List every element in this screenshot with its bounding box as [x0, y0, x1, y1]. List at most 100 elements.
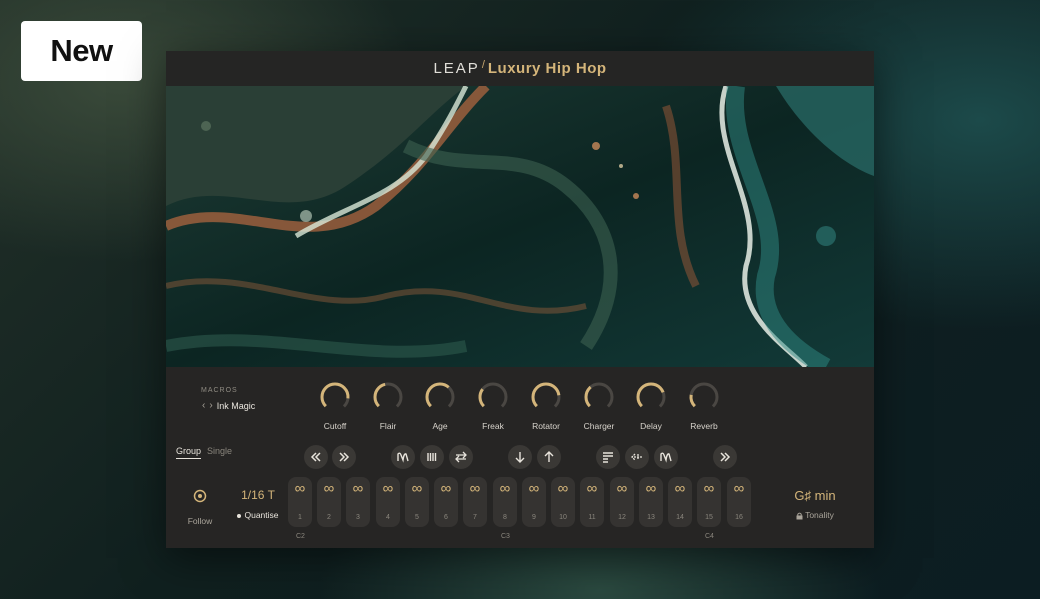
chevron-left-icon[interactable]: ‹ [202, 400, 205, 411]
pad[interactable]: ∞ 15 [697, 477, 721, 527]
envelope-button[interactable] [391, 445, 415, 469]
quantise-label: Quantise [244, 510, 279, 520]
pad[interactable]: ∞ 3 [346, 477, 370, 527]
rate-value[interactable]: 1/16 T [228, 488, 288, 502]
brand-name: LEAP [433, 60, 480, 77]
infinity-icon: ∞ [499, 480, 511, 497]
fast-forward-button-2[interactable] [713, 445, 737, 469]
infinity-icon: ∞ [616, 480, 628, 497]
preset-selector[interactable]: ‹ › Ink Magic [202, 400, 255, 411]
pad[interactable]: ∞ 12 [610, 477, 634, 527]
pad-number: 15 [705, 514, 713, 521]
artwork-illustration [166, 86, 874, 367]
tonality-lock[interactable]: Tonality [784, 510, 846, 520]
rate-control[interactable]: 1/16 T Quantise [228, 488, 288, 520]
pad-number: 13 [647, 514, 655, 521]
follow-control[interactable]: Follow [186, 489, 214, 526]
pad-number: 3 [356, 514, 360, 521]
pad-number: 5 [415, 514, 419, 521]
pad[interactable]: ∞ 1 [288, 477, 312, 527]
knob-dial[interactable] [319, 381, 351, 413]
pad[interactable]: ∞ 16 [727, 477, 751, 527]
envelope-button-2[interactable] [654, 445, 678, 469]
artwork-image [166, 86, 874, 367]
pad[interactable]: ∞ 9 [522, 477, 546, 527]
pad[interactable]: ∞ 5 [405, 477, 429, 527]
quantise-toggle[interactable]: Quantise [228, 510, 288, 520]
tonality-key[interactable]: G♯ min [784, 488, 846, 503]
list-icon [603, 452, 613, 463]
tonality-label: Tonality [805, 510, 834, 520]
knob-reverb[interactable]: Reverb [679, 381, 729, 431]
knob-dial[interactable] [530, 381, 562, 413]
infinity-icon: ∞ [733, 480, 745, 497]
knob-freak[interactable]: Freak [468, 381, 518, 431]
infinity-icon: ∞ [557, 480, 569, 497]
reverse-icon [631, 453, 642, 461]
knob-dial[interactable] [583, 381, 615, 413]
pad-number: 10 [559, 514, 567, 521]
pad[interactable]: ∞ 10 [551, 477, 575, 527]
tab-group[interactable]: Group [176, 446, 202, 459]
pad[interactable]: ∞ 2 [317, 477, 341, 527]
knob-dial[interactable] [424, 381, 456, 413]
preset-name: Ink Magic [216, 400, 256, 411]
pad-number: 8 [503, 514, 507, 521]
pad[interactable]: ∞ 7 [463, 477, 487, 527]
knob-label: Delay [640, 421, 662, 431]
fast-forward-icon [339, 452, 350, 462]
pad[interactable]: ∞ 4 [376, 477, 400, 527]
knob-delay[interactable]: Delay [626, 381, 676, 431]
knob-cutoff[interactable]: Cutoff [310, 381, 360, 431]
pad-number: 4 [386, 514, 390, 521]
pad-number: 2 [327, 514, 331, 521]
knob-age[interactable]: Age [415, 381, 465, 431]
arrow-up-button[interactable] [537, 445, 561, 469]
rewind-icon [310, 452, 321, 462]
infinity-icon: ∞ [469, 480, 481, 497]
knob-flair[interactable]: Flair [363, 381, 413, 431]
pad-number: 11 [588, 514, 596, 521]
pad[interactable]: ∞ 11 [580, 477, 604, 527]
arrow-up-icon [544, 451, 554, 462]
infinity-icon: ∞ [703, 480, 715, 497]
pad[interactable]: ∞ 13 [639, 477, 663, 527]
knob-label: Charger [583, 421, 615, 431]
bars-button[interactable] [420, 445, 444, 469]
envelope-icon [660, 452, 672, 463]
infinity-icon: ∞ [528, 480, 540, 497]
infinity-icon: ∞ [411, 480, 423, 497]
knob-dial[interactable] [372, 381, 404, 413]
knob-dial[interactable] [477, 381, 509, 413]
fast-forward-button[interactable] [332, 445, 356, 469]
knob-charger[interactable]: Charger [574, 381, 624, 431]
knob-rotator[interactable]: Rotator [521, 381, 571, 431]
tonality-control[interactable]: G♯ min Tonality [784, 488, 846, 520]
note-label: C2 [296, 533, 305, 540]
knob-dial[interactable] [688, 381, 720, 413]
chevron-right-icon[interactable]: › [209, 400, 212, 411]
infinity-icon: ∞ [294, 480, 306, 497]
swap-button[interactable] [449, 445, 473, 469]
pad-number: 7 [473, 514, 477, 521]
knob-dial[interactable] [635, 381, 667, 413]
pad[interactable]: ∞ 14 [668, 477, 692, 527]
bars-icon [427, 453, 437, 461]
follow-label: Follow [187, 516, 213, 526]
product-name: Luxury Hip Hop [487, 60, 607, 77]
infinity-icon: ∞ [674, 480, 686, 497]
knob-label: Flair [379, 421, 397, 431]
pad[interactable]: ∞ 6 [434, 477, 458, 527]
tab-single[interactable]: Single [207, 446, 232, 459]
mode-tabs: Group Single [176, 446, 232, 459]
rewind-button[interactable] [304, 445, 328, 469]
pad[interactable]: ∞ 8 [493, 477, 517, 527]
knob-label: Cutoff [323, 421, 347, 431]
pad-number: 9 [532, 514, 536, 521]
infinity-icon: ∞ [586, 480, 598, 497]
reverse-button[interactable] [625, 445, 649, 469]
list-button[interactable] [596, 445, 620, 469]
knob-label: Rotator [532, 421, 560, 431]
arrow-down-button[interactable] [508, 445, 532, 469]
knob-label: Freak [482, 421, 504, 431]
